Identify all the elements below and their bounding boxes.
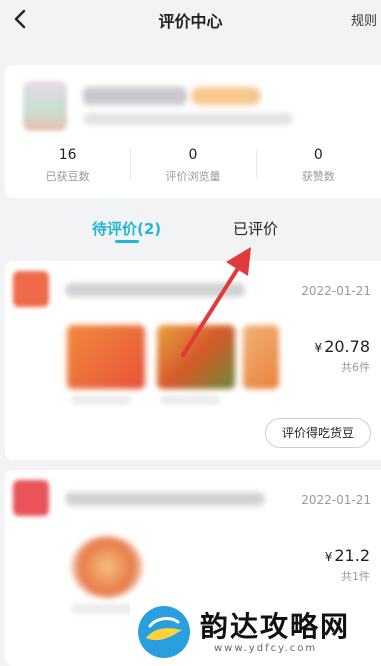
food-image xyxy=(243,325,279,389)
rules-link[interactable]: 规则 xyxy=(351,10,377,29)
watermark-url: www.ydfcy.com xyxy=(214,643,318,654)
active-tab-indicator xyxy=(115,240,139,243)
site-watermark: 韵达攻略网 www.ydfcy.com xyxy=(130,598,381,666)
store-name-blurred xyxy=(65,492,265,506)
food-image xyxy=(157,325,235,389)
food-caption-blurred xyxy=(160,395,220,405)
stat-label: 已获豆数 xyxy=(45,170,90,183)
stat-label: 获赞数 xyxy=(301,170,335,183)
tab-reviewed[interactable]: 已评价 xyxy=(233,218,278,239)
store-logo xyxy=(13,271,49,307)
avatar xyxy=(23,81,67,131)
user-subtitle-blurred xyxy=(83,113,293,125)
item-count: 共1件 xyxy=(341,570,370,583)
food-caption-blurred xyxy=(71,395,131,405)
store-logo xyxy=(13,480,49,516)
price-value: 21.2 xyxy=(334,546,370,565)
stat-beans-earned: 16 已获豆数 xyxy=(5,145,130,185)
order-card[interactable]: 2022-01-21 ¥20.78 共6件 评价得吃货豆 xyxy=(5,261,381,460)
tab-pending-review[interactable]: 待评价(2) xyxy=(92,218,161,239)
stat-value: 16 xyxy=(58,147,77,163)
user-level-badge-blurred xyxy=(191,87,261,105)
profile-summary-card: 16 已获豆数 0 评价浏览量 0 获赞数 xyxy=(5,65,381,198)
currency-symbol: ¥ xyxy=(324,550,333,564)
top-nav-bar: 评价中心 规则 xyxy=(0,0,381,40)
page-title: 评价中心 xyxy=(158,12,223,31)
stat-value: 0 xyxy=(188,147,198,163)
store-name-blurred xyxy=(65,283,245,297)
food-image xyxy=(67,325,145,389)
stat-likes: 0 获赞数 xyxy=(255,145,381,185)
currency-symbol: ¥ xyxy=(314,341,323,355)
order-price: ¥20.78 xyxy=(315,337,370,356)
stat-value: 0 xyxy=(313,147,323,163)
review-tabs: 待评价(2) 已评价 xyxy=(0,214,381,248)
order-date: 2022-01-21 xyxy=(301,493,371,507)
order-price: ¥21.2 xyxy=(325,546,370,565)
watermark-text: 韵达攻略网 xyxy=(200,610,351,643)
stats-row: 16 已获豆数 0 评价浏览量 0 获赞数 xyxy=(5,145,381,185)
stat-label: 评价浏览量 xyxy=(165,170,221,183)
stat-review-views: 0 评价浏览量 xyxy=(130,145,255,185)
watermark-logo-icon xyxy=(138,606,190,658)
food-image xyxy=(71,536,143,598)
item-count: 共6件 xyxy=(341,361,370,374)
review-earn-beans-button[interactable]: 评价得吃货豆 xyxy=(265,418,371,448)
username-blurred xyxy=(83,87,187,105)
price-value: 20.78 xyxy=(324,337,370,356)
order-date: 2022-01-21 xyxy=(301,284,371,298)
